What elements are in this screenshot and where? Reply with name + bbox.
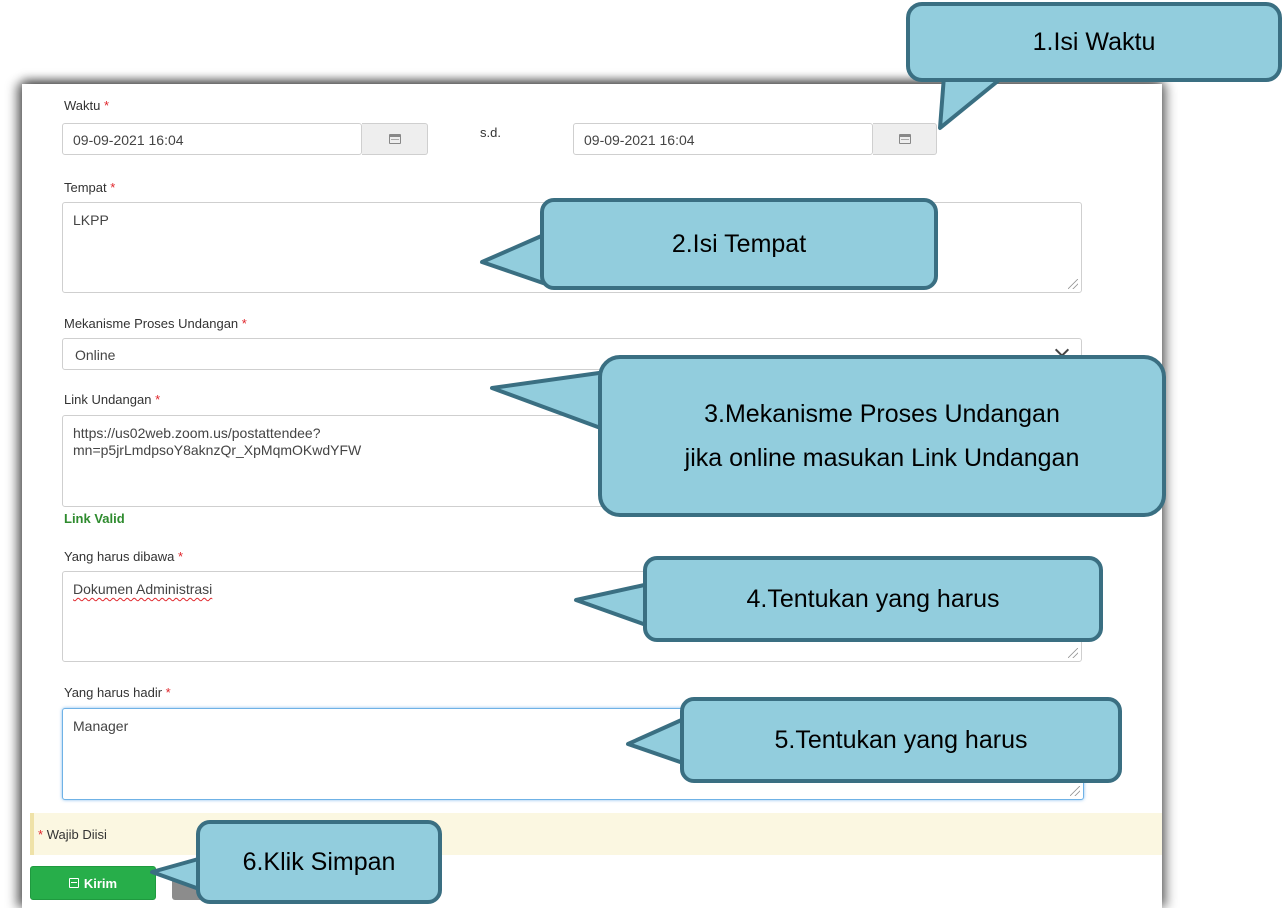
link-valid-status: Link Valid: [64, 511, 125, 526]
waktu-start-value: 09-09-2021 16:04: [73, 132, 184, 148]
mekanisme-label-row: Mekanisme Proses Undangan *: [64, 316, 247, 331]
waktu-end-calendar-button[interactable]: [873, 123, 937, 155]
required-mark: *: [241, 316, 247, 331]
waktu-label: Waktu: [64, 98, 101, 113]
required-mark: *: [165, 685, 171, 700]
callout-1-text: 1.Isi Waktu: [1032, 28, 1156, 56]
callout-3-line2: jika online masukan Link Undangan: [684, 444, 1080, 472]
resize-handle-icon[interactable]: [1068, 648, 1078, 658]
required-mark: *: [110, 180, 116, 195]
resize-handle-icon[interactable]: [1070, 786, 1080, 796]
calendar-icon: [388, 134, 401, 144]
save-icon: [68, 878, 79, 888]
waktu-label-row: Waktu *: [64, 98, 109, 113]
callout-2-text: 2.Isi Tempat: [671, 230, 807, 258]
mekanisme-selected-value: Online: [75, 347, 116, 363]
mekanisme-label: Mekanisme Proses Undangan: [64, 316, 239, 331]
waktu-start-input[interactable]: 09-09-2021 16:04: [62, 123, 362, 155]
waktu-end-value: 09-09-2021 16:04: [584, 132, 695, 148]
link-label: Link Undangan: [64, 392, 152, 407]
waktu-start-calendar-button[interactable]: [362, 123, 428, 155]
callout-5: 5.Tentukan yang harus: [680, 697, 1122, 783]
required-mark: *: [38, 827, 44, 842]
required-mark: *: [155, 392, 161, 407]
dibawa-label-row: Yang harus dibawa *: [64, 549, 183, 564]
callout-3: 3.Mekanisme Proses Undangan jika online …: [598, 355, 1166, 517]
dibawa-label: Yang harus dibawa: [64, 549, 175, 564]
required-notice-text: Wajib Diisi: [46, 827, 107, 842]
callout-6: 6.Klik Simpan: [196, 820, 442, 904]
callout-2: 2.Isi Tempat: [540, 198, 938, 290]
callout-4: 4.Tentukan yang harus: [643, 556, 1103, 642]
hadir-value: Manager: [73, 718, 129, 734]
link-label-row: Link Undangan *: [64, 392, 160, 407]
callout-4-text: 4.Tentukan yang harus: [746, 585, 1000, 613]
callout-3-text: 3.Mekanisme Proses Undangan jika online …: [685, 392, 1080, 480]
resize-handle-icon[interactable]: [1068, 279, 1078, 289]
required-mark: *: [177, 549, 184, 564]
date-range-separator: s.d.: [480, 125, 501, 140]
tempat-label-row: Tempat *: [64, 180, 115, 195]
callout-3-line1: 3.Mekanisme Proses Undangan: [704, 400, 1060, 428]
hadir-label: Yang harus hadir: [64, 685, 163, 700]
kirim-button[interactable]: Kirim: [30, 866, 156, 900]
callout-6-text: 6.Klik Simpan: [242, 848, 396, 876]
callout-1: 1.Isi Waktu: [906, 2, 1282, 82]
calendar-icon: [898, 134, 911, 144]
callout-5-text: 5.Tentukan yang harus: [774, 726, 1028, 754]
dibawa-value: Dokumen Administrasi: [73, 581, 213, 597]
tempat-label: Tempat: [64, 180, 107, 195]
tutorial-stage: Waktu * 09-09-2021 16:04 s.d. 09-09-2021…: [0, 0, 1286, 908]
kirim-button-label: Kirim: [83, 875, 118, 891]
hadir-label-row: Yang harus hadir *: [64, 685, 171, 700]
waktu-end-input[interactable]: 09-09-2021 16:04: [573, 123, 873, 155]
tempat-value: LKPP: [73, 212, 109, 228]
required-mark: *: [103, 98, 110, 113]
